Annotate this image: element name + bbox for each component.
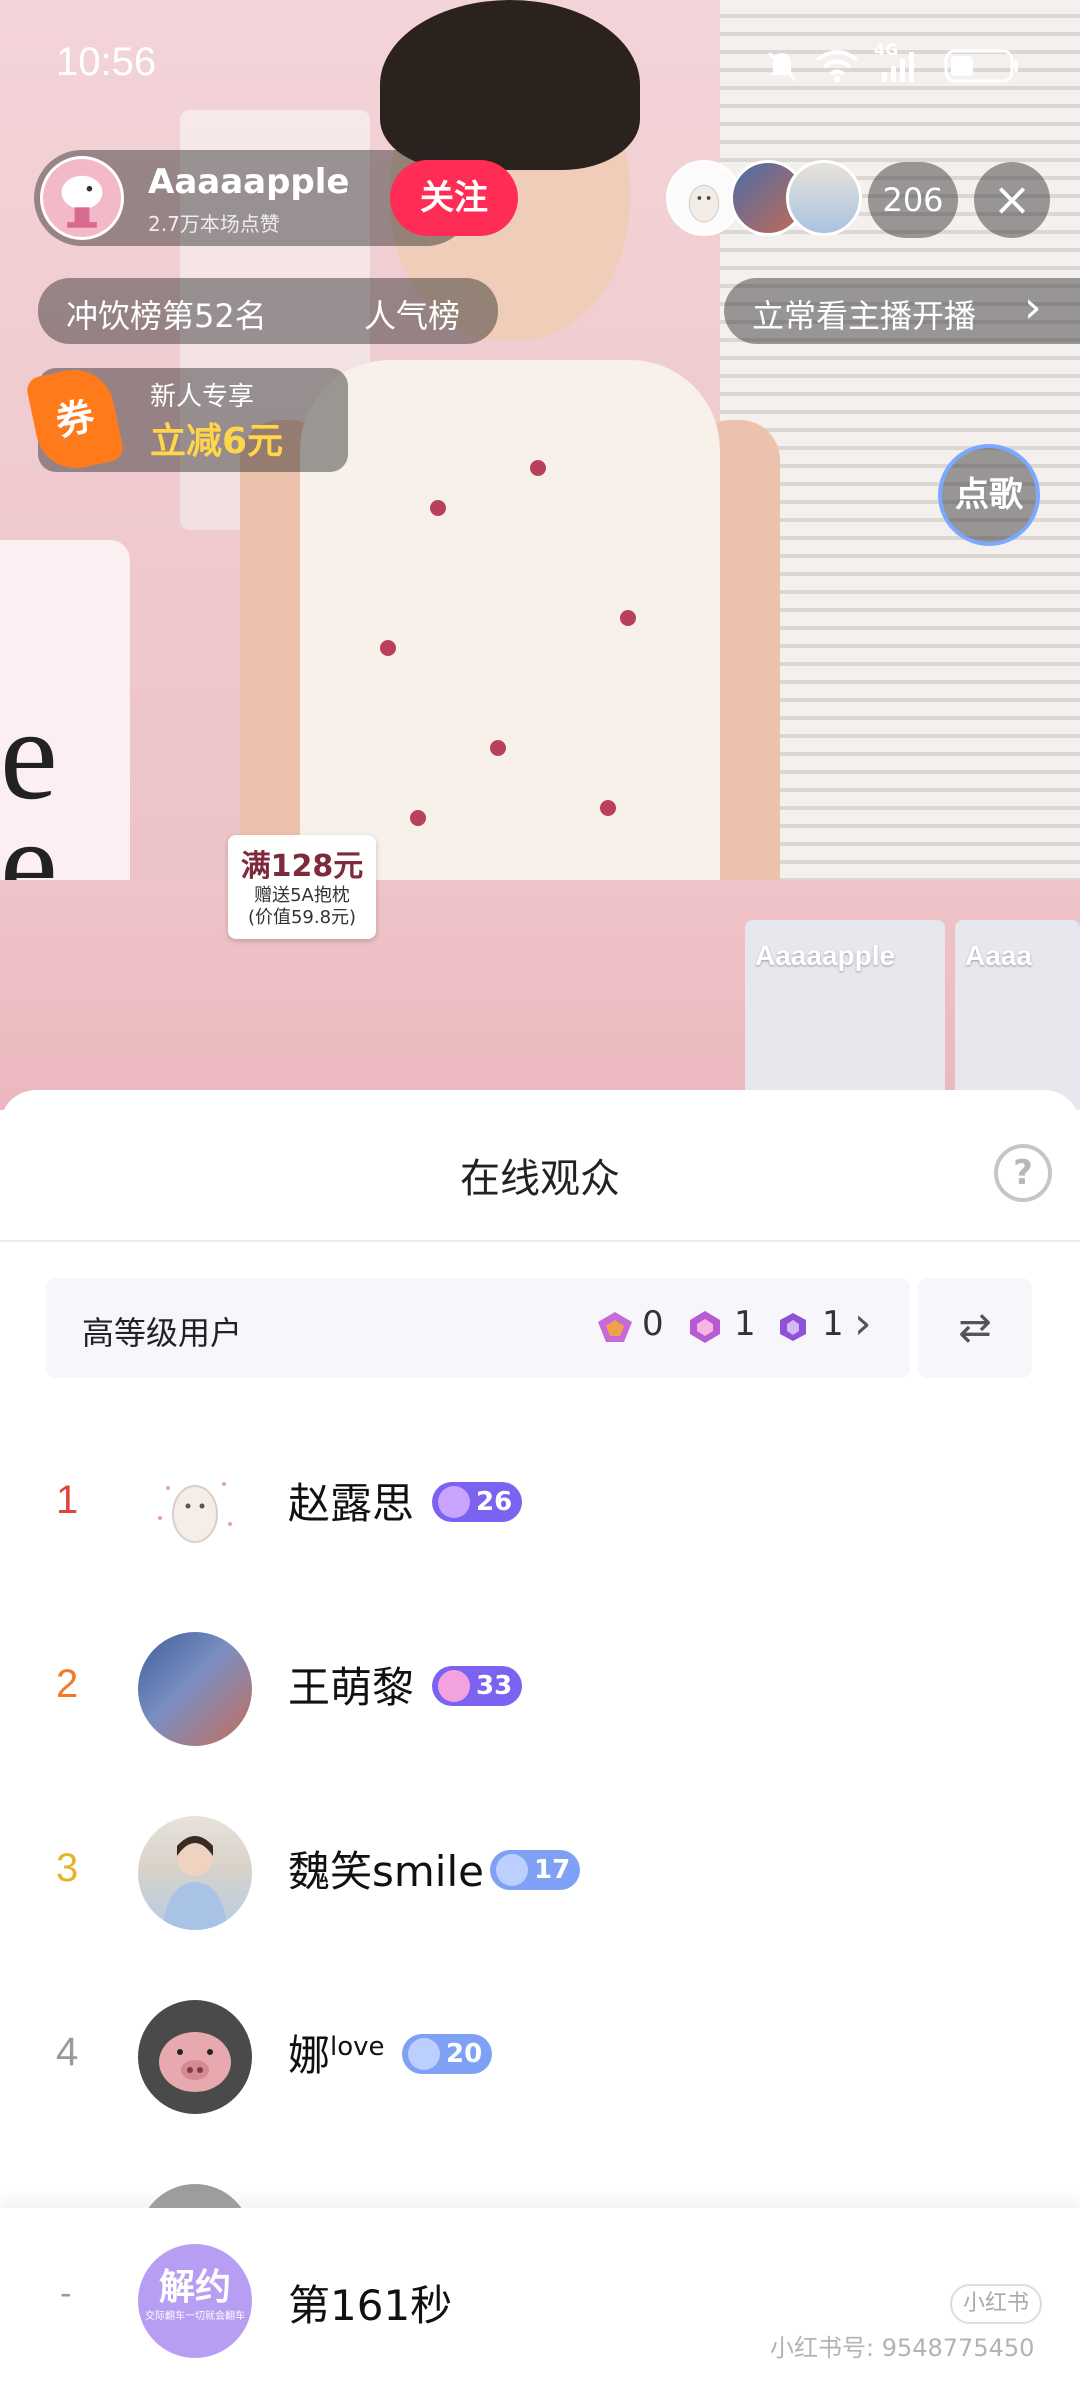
- level-badge: 33: [432, 1666, 523, 1706]
- watermark-badge: 小红书: [950, 2284, 1042, 2324]
- audience-rank: 3: [56, 1846, 79, 1890]
- promo-sign: 满128元 赠送5A抱枕 (价值59.8元): [228, 835, 376, 939]
- my-avatar[interactable]: 解约 交际翻车一切就会翻车: [138, 2244, 252, 2358]
- status-time: 10:56: [56, 40, 157, 84]
- audience-row[interactable]: 3 魏笑smile 17: [0, 1798, 1080, 1948]
- switch-icon[interactable]: ⇄: [918, 1278, 1032, 1378]
- avatar[interactable]: [138, 1448, 252, 1562]
- close-icon[interactable]: ×: [974, 162, 1050, 238]
- person-avatar-icon: [162, 1836, 228, 1930]
- cat-avatar-icon: [158, 1482, 232, 1543]
- product-package-2: Aaaa: [955, 920, 1080, 1110]
- audience-rank: 2: [56, 1662, 79, 1706]
- ranking-pill[interactable]: 冲饮榜第52名 人气榜: [38, 278, 498, 344]
- sheet-title: 在线观众: [460, 1156, 620, 1202]
- level-badge: 17: [490, 1850, 581, 1890]
- gem-icon: [438, 1670, 470, 1702]
- divider: [0, 1240, 1080, 1242]
- audience-name: 魏笑smile: [288, 1847, 484, 1896]
- audience-row[interactable]: 1 赵露思 26: [0, 1430, 1080, 1580]
- avatar[interactable]: [138, 1632, 252, 1746]
- audience-name: 王萌黎: [288, 1663, 415, 1712]
- product-package: Aaaaapple: [745, 920, 945, 1110]
- level-count-3: 1: [822, 1304, 844, 1344]
- avatar[interactable]: [138, 1816, 252, 1930]
- newcomer-coupon[interactable]: 券 新人专享 立减6元: [24, 362, 348, 476]
- top-viewer-avatar-3[interactable]: [786, 160, 862, 236]
- my-rank: -: [60, 2274, 72, 2312]
- watermark: 小红书号: 9548775450: [770, 2334, 1035, 2362]
- level-count-2: 1: [734, 1304, 756, 1344]
- audience-row[interactable]: 2 王萌黎 33: [0, 1614, 1080, 1764]
- host-avatar[interactable]: [40, 156, 124, 240]
- viewer-count[interactable]: 206: [868, 162, 958, 238]
- audience-row[interactable]: 4 娜love 20: [0, 1982, 1080, 2132]
- high-level-users-label: 高等级用户: [82, 1314, 243, 1352]
- battery-icon: [944, 49, 1018, 83]
- audience-rank: 4: [56, 2030, 79, 2074]
- bird-logo-icon: [61, 175, 103, 228]
- gem-icon: [438, 1486, 470, 1518]
- my-ranking-row: - 解约 交际翻车一切就会翻车 第161秒 小红书号: 9548775450 小…: [0, 2208, 1080, 2388]
- gem-icon: [496, 1854, 528, 1886]
- more-live-label: 立常看主播开播: [752, 297, 977, 335]
- level-badge: 20: [402, 2034, 493, 2074]
- bell-muted-icon: [767, 51, 797, 82]
- follow-button[interactable]: 关注: [390, 160, 518, 236]
- online-audience-sheet: 在线观众 ? 高等级用户 0 1 1 › ⇄ 1 赵露思 26 2 王萌黎 33…: [0, 1090, 1080, 2388]
- audience-name: 赵露思: [288, 1479, 415, 1528]
- host-name: Aaaaapple: [148, 162, 350, 202]
- level-count-1: 0: [642, 1304, 664, 1344]
- cat-avatar-icon: [688, 184, 720, 223]
- avatar[interactable]: [138, 2000, 252, 2114]
- status-bar: 10:56 4G: [0, 0, 1080, 120]
- pig-plush-icon: [159, 2032, 231, 2092]
- coupon-icon: 券: [24, 362, 126, 476]
- song-request-button[interactable]: 点歌: [938, 444, 1040, 546]
- violet-gem-icon: [780, 1313, 806, 1341]
- host-card[interactable]: Aaaaapple 2.7万本场点赞 关注: [34, 150, 518, 246]
- chevron-right-icon: ›: [854, 1298, 872, 1349]
- help-icon[interactable]: ?: [994, 1144, 1052, 1202]
- my-watch-time: 第161秒: [288, 2281, 453, 2330]
- wifi-icon: [815, 50, 859, 82]
- audience-rank: 1: [56, 1478, 79, 1522]
- chevron-right-icon: ›: [1024, 282, 1042, 333]
- high-level-users-filter[interactable]: 高等级用户 0 1 1 ›: [46, 1278, 910, 1378]
- coupon-title: 新人专享: [150, 382, 255, 412]
- level-badge: 26: [432, 1482, 523, 1522]
- gem-icon: [408, 2038, 440, 2070]
- purple-gem-icon: [690, 1311, 720, 1343]
- host-likes: 2.7万本场点赞: [148, 212, 280, 236]
- audience-name: 娜love: [288, 2031, 385, 2080]
- coupon-value: 立减6元: [150, 421, 284, 462]
- signal-icon: [882, 52, 914, 82]
- more-live-button[interactable]: 立常看主播开播 ›: [724, 278, 1080, 344]
- crown-gem-icon: [598, 1312, 632, 1342]
- drink-rank-label[interactable]: 冲饮榜第52名: [66, 291, 267, 337]
- popularity-rank-label[interactable]: 人气榜: [364, 291, 460, 337]
